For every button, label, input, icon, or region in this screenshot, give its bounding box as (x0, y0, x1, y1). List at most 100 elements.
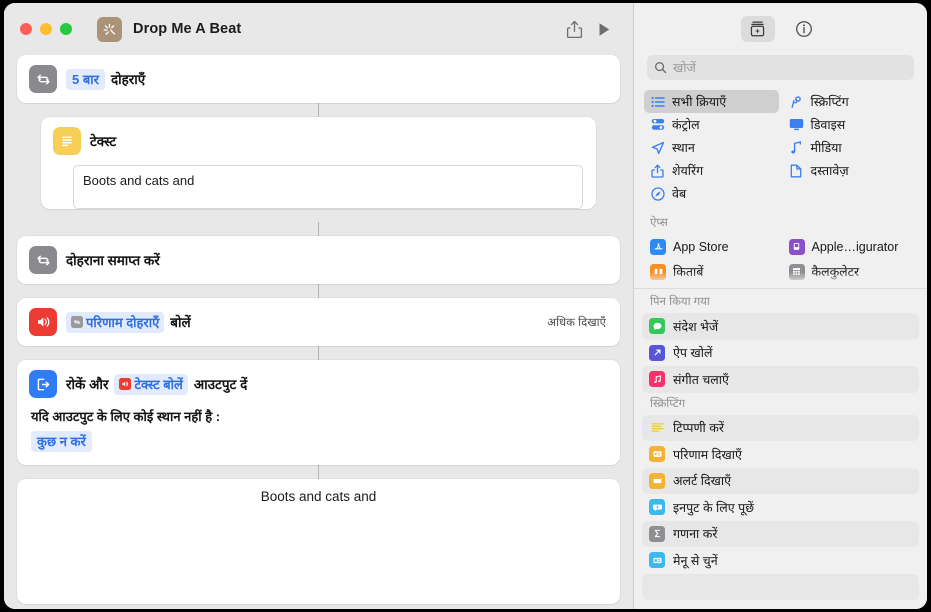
library-item-show-result[interactable]: परिणाम दिखाएँ (642, 441, 919, 468)
text-icon (53, 127, 81, 155)
category-label: स्क्रिप्टिंग (810, 95, 849, 109)
action-stop-and-output[interactable]: रोकें और टेक्स्ट बोलें आउटपुट दें यदि आउ… (17, 360, 620, 465)
repeat-token-icon (71, 315, 83, 328)
library-item-label: संगीत चलाएँ (673, 372, 729, 387)
shortcuts-window: Drop Me A Beat 5 बार दोहराएँ टेक्स्ट Boo… (4, 3, 927, 609)
list-icon (650, 96, 665, 108)
library-item-choose-from-menu[interactable]: मेनू से चुनें (642, 547, 919, 574)
search-icon (654, 61, 667, 74)
spoken-text-token[interactable]: टेक्स्ट बोलें (114, 373, 188, 395)
show-more-button[interactable]: अधिक दिखाएँ (547, 315, 608, 330)
messages-icon (649, 318, 665, 335)
window-titlebar: Drop Me A Beat (4, 3, 633, 55)
library-item-label: परिणाम दिखाएँ (673, 447, 742, 462)
text-input-field[interactable]: Boots and cats and (73, 165, 583, 209)
library-toolbar (634, 3, 927, 55)
category-label: सभी क्रियाएँ (672, 95, 727, 109)
nested-actions-wrap: टेक्स्ट Boots and cats and (17, 117, 620, 209)
workflow-editor-pane: Drop Me A Beat 5 बार दोहराएँ टेक्स्ट Boo… (4, 3, 633, 609)
action-end-repeat-row: दोहराना समाप्त करें (17, 236, 620, 284)
no-output-place-row: कुछ न करें (17, 425, 620, 465)
category-controls[interactable]: कंट्रोल (644, 113, 779, 136)
comment-icon (649, 420, 665, 436)
category-web[interactable]: वेब (644, 182, 779, 205)
category-label: वेब (672, 187, 687, 201)
repeat-label-text: दोहराएँ (110, 72, 146, 87)
web-compass-icon (650, 186, 665, 201)
action-end-repeat[interactable]: दोहराना समाप्त करें (17, 236, 620, 284)
library-item-label: गणना करें (673, 527, 718, 542)
repeat-results-token-label: परिणाम दोहराएँ (86, 314, 160, 330)
traffic-lights (20, 23, 72, 35)
library-item-comment[interactable]: टिप्पणी करें (642, 414, 919, 441)
open-app-icon (649, 344, 665, 361)
output-preview-text: Boots and cats and (260, 489, 377, 504)
library-scroll-list[interactable]: ऐप्स App Store Apple…igurator पिन किया ग… (634, 205, 927, 609)
category-location[interactable]: स्थान (644, 136, 779, 159)
info-icon[interactable] (787, 16, 821, 42)
action-connector (317, 465, 320, 479)
app-label: App Store (673, 239, 729, 254)
document-icon (789, 164, 804, 178)
library-search-wrap (634, 55, 927, 90)
repeat-icon (29, 246, 57, 274)
media-note-icon (789, 140, 804, 155)
repeat-count-token[interactable]: 5 बार (66, 68, 105, 90)
app-label: Apple…igurator (811, 239, 899, 254)
repeat-results-token[interactable]: परिणाम दोहराएँ (66, 311, 165, 333)
app-item-app-store[interactable]: App Store (644, 234, 779, 259)
action-repeat[interactable]: 5 बार दोहराएँ (17, 55, 620, 103)
action-repeat-label: 5 बार दोहराएँ (66, 68, 146, 90)
share-icon (650, 164, 665, 178)
do-nothing-token[interactable]: कुछ न करें (31, 431, 92, 452)
category-devices[interactable]: डिवाइस (783, 113, 918, 136)
action-stop-output-label: रोकें और टेक्स्ट बोलें आउटपुट दें (66, 373, 247, 395)
zoom-button[interactable] (60, 23, 72, 35)
spoken-text-token-label: टेक्स्ट बोलें (134, 376, 183, 392)
category-documents[interactable]: दस्तावेज़ (783, 159, 918, 182)
action-repeat-row: 5 बार दोहराएँ (17, 55, 620, 103)
category-label: स्थान (672, 141, 695, 155)
action-text-label: टेक्स्ट (90, 134, 117, 149)
category-sharing[interactable]: शेयरिंग (644, 159, 779, 182)
library-item-play-music[interactable]: संगीत चलाएँ (642, 366, 919, 393)
library-item-open-app[interactable]: ऐप खोलें (642, 340, 919, 367)
library-item-partial[interactable] (642, 573, 919, 600)
library-item-send-message[interactable]: संदेश भेजें (642, 313, 919, 340)
stop-output-label-before: रोकें और (66, 377, 109, 392)
category-all-actions[interactable]: सभी क्रियाएँ (644, 90, 779, 113)
pinned-section-header: पिन किया गया (650, 296, 710, 308)
action-text[interactable]: टेक्स्ट Boots and cats and (41, 117, 596, 209)
library-item-ask-for-input[interactable]: इनपुट के लिए पूछें (642, 494, 919, 521)
search-box[interactable] (647, 55, 914, 80)
category-media[interactable]: मीडिया (783, 136, 918, 159)
choose-menu-icon (649, 552, 665, 569)
action-stop-output-row: रोकें और टेक्स्ट बोलें आउटपुट दें (17, 360, 620, 408)
library-item-calculate[interactable]: गणना करें (642, 520, 919, 547)
workflow-action-list[interactable]: 5 बार दोहराएँ टेक्स्ट Boots and cats and… (4, 55, 633, 609)
action-speak-label: परिणाम दोहराएँ बोलें (66, 311, 191, 333)
no-output-place-label: यदि आउटपुट के लिए कोई स्थान नहीं है : (31, 409, 221, 424)
action-connector (317, 284, 320, 298)
show-alert-icon (649, 472, 665, 489)
apple-configurator-icon (788, 238, 805, 255)
controls-icon (650, 118, 665, 131)
category-grid: सभी क्रियाएँ स्क्रिप्टिंग कंट्रोल डिवाइस… (634, 90, 927, 205)
page-title: Drop Me A Beat (133, 21, 242, 37)
close-button[interactable] (20, 23, 32, 35)
action-library-icon[interactable] (740, 16, 775, 42)
library-item-show-alert[interactable]: अलर्ट दिखाएँ (642, 467, 919, 494)
app-item-apple-configurator[interactable]: Apple…igurator (783, 234, 918, 259)
apps-section-clip: App Store Apple…igurator (634, 234, 927, 288)
app-store-icon (650, 238, 666, 255)
share-icon[interactable] (559, 15, 589, 43)
run-icon[interactable] (589, 15, 619, 43)
search-input[interactable] (673, 60, 907, 75)
action-speak[interactable]: परिणाम दोहराएँ बोलें अधिक दिखाएँ (17, 298, 620, 346)
scripting-icon (789, 95, 804, 109)
category-scripting[interactable]: स्क्रिप्टिंग (783, 90, 918, 113)
ask-input-icon (649, 499, 665, 516)
repeat-icon (29, 65, 57, 93)
minimize-button[interactable] (40, 23, 52, 35)
scripting-section-header: स्क्रिप्टिंग (650, 397, 686, 410)
